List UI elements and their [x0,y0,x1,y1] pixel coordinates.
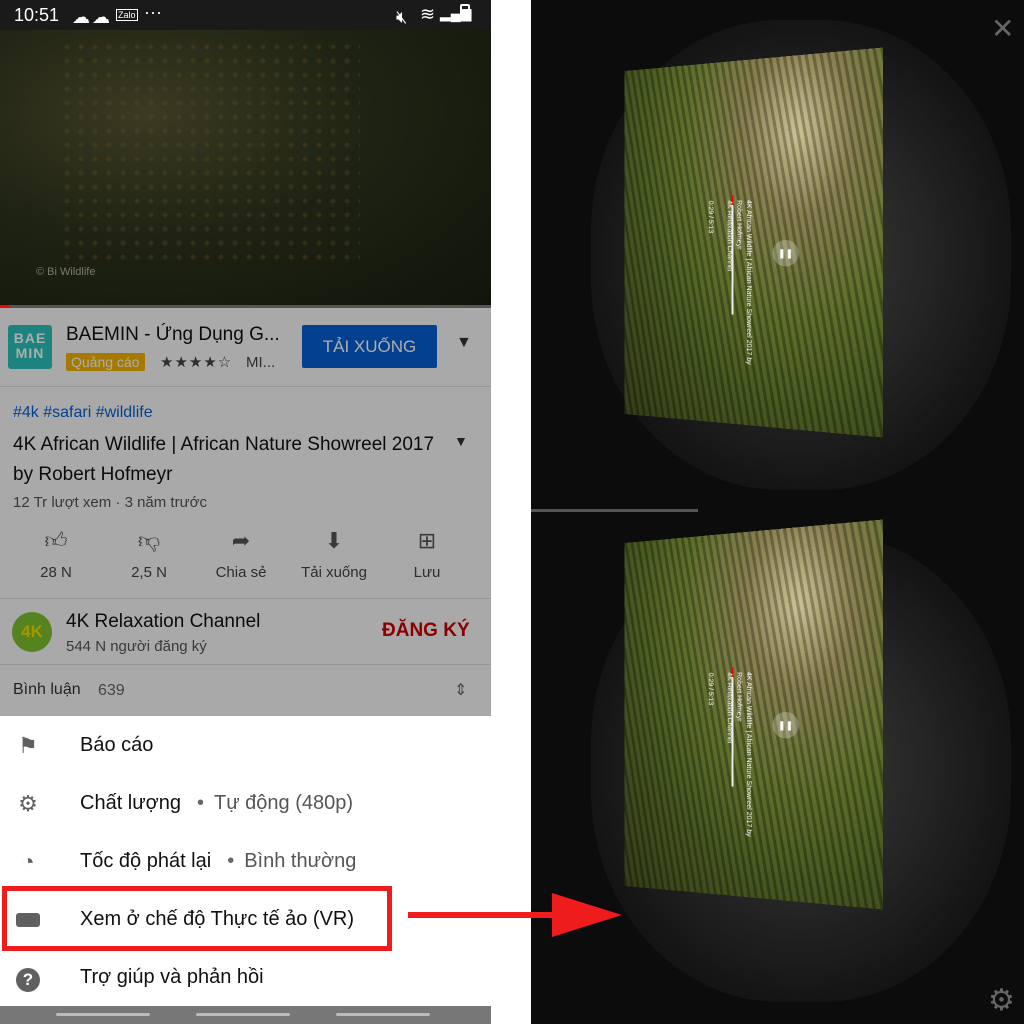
gear-icon: ⚙ [18,791,38,816]
mute-icon: 🔇︎ [396,7,408,27]
menu-item-label: Tốc độ phát lại • Bình thường [80,850,357,872]
help-icon: ? [14,964,42,992]
close-icon[interactable]: ✕ [991,12,1014,45]
vr-left-eye: ❚❚ 4K African Wildlife | African Nature … [531,0,1024,510]
vr-video-screen[interactable]: ❚❚ 4K African Wildlife | African Nature … [624,519,883,910]
vr-video-screen[interactable]: ❚❚ 4K African Wildlife | African Nature … [624,47,883,438]
status-bar: 10:51 ☁ ☁ Zalo ··· 🔇︎ ≋ ▂▄▆ [0,0,491,30]
cloud-icon: ☁ [92,7,110,27]
playback-speed-icon: ◔ [21,849,35,874]
menu-item-label: Trợ giúp và phản hồi [80,966,264,988]
vr-pause-button[interactable]: ❚❚ [772,711,799,739]
dim-overlay[interactable] [0,308,491,716]
flag-icon: ⚑ [18,733,38,758]
more-notifications-icon: ··· [144,2,162,22]
vr-video-title: 4K African Wildlife | African Nature Sho… [725,671,752,837]
gear-icon[interactable]: ⚙ [988,983,1015,1018]
menu-item-label: Báo cáo [80,734,154,756]
video-frame [60,40,360,260]
vr-video-title: 4K African Wildlife | African Nature Sho… [725,199,752,365]
menu-item-quality[interactable]: ⚙ Chất lượng • Tự động (480p) [0,776,491,832]
highlight-box [2,886,392,951]
video-player[interactable]: © Bi Wildlife [0,30,491,308]
arrow-head-icon [552,893,622,937]
nav-indicator[interactable] [56,1013,150,1016]
menu-item-label: Chất lượng • Tự động (480p) [80,792,354,814]
video-watermark: © Bi Wildlife [36,266,96,278]
cloud-icon: ☁ [72,7,90,27]
nav-indicator[interactable] [196,1013,290,1016]
options-menu: ⚑ Báo cáo ⚙ Chất lượng • Tự động (480p) ◔ … [0,716,491,1006]
vr-time: 0:29 / 5:13 [706,200,714,234]
gap [491,0,531,1024]
vr-video-frame [624,519,883,910]
menu-item-report[interactable]: ⚑ Báo cáo [0,718,491,774]
zalo-icon: Zalo [116,9,138,21]
menu-item-playback-speed[interactable]: ◔ Tốc độ phát lại • Bình thường [0,834,491,890]
vr-pause-button[interactable]: ❚❚ [772,239,799,267]
vr-right-eye: ❚❚ 4K African Wildlife | African Nature … [531,512,1024,1022]
speed-value: Bình thường [244,850,357,872]
nav-indicator[interactable] [336,1013,430,1016]
menu-item-help[interactable]: ? Trợ giúp và phản hồi [0,950,491,1006]
status-time: 10:51 [14,5,60,25]
wifi-icon: ≋ [420,4,436,24]
phone-screen: 10:51 ☁ ☁ Zalo ··· 🔇︎ ≋ ▂▄▆ © Bi Wildlif… [0,0,491,1024]
system-nav-bar [0,1006,491,1024]
vr-view: ❚❚ 4K African Wildlife | African Nature … [531,0,1024,1024]
quality-value: Tự động (480p) [214,792,354,814]
vr-video-frame [624,47,883,438]
vr-time: 0:29 / 5:13 [706,672,714,706]
battery-icon [460,4,470,21]
arrow-line [408,912,568,918]
